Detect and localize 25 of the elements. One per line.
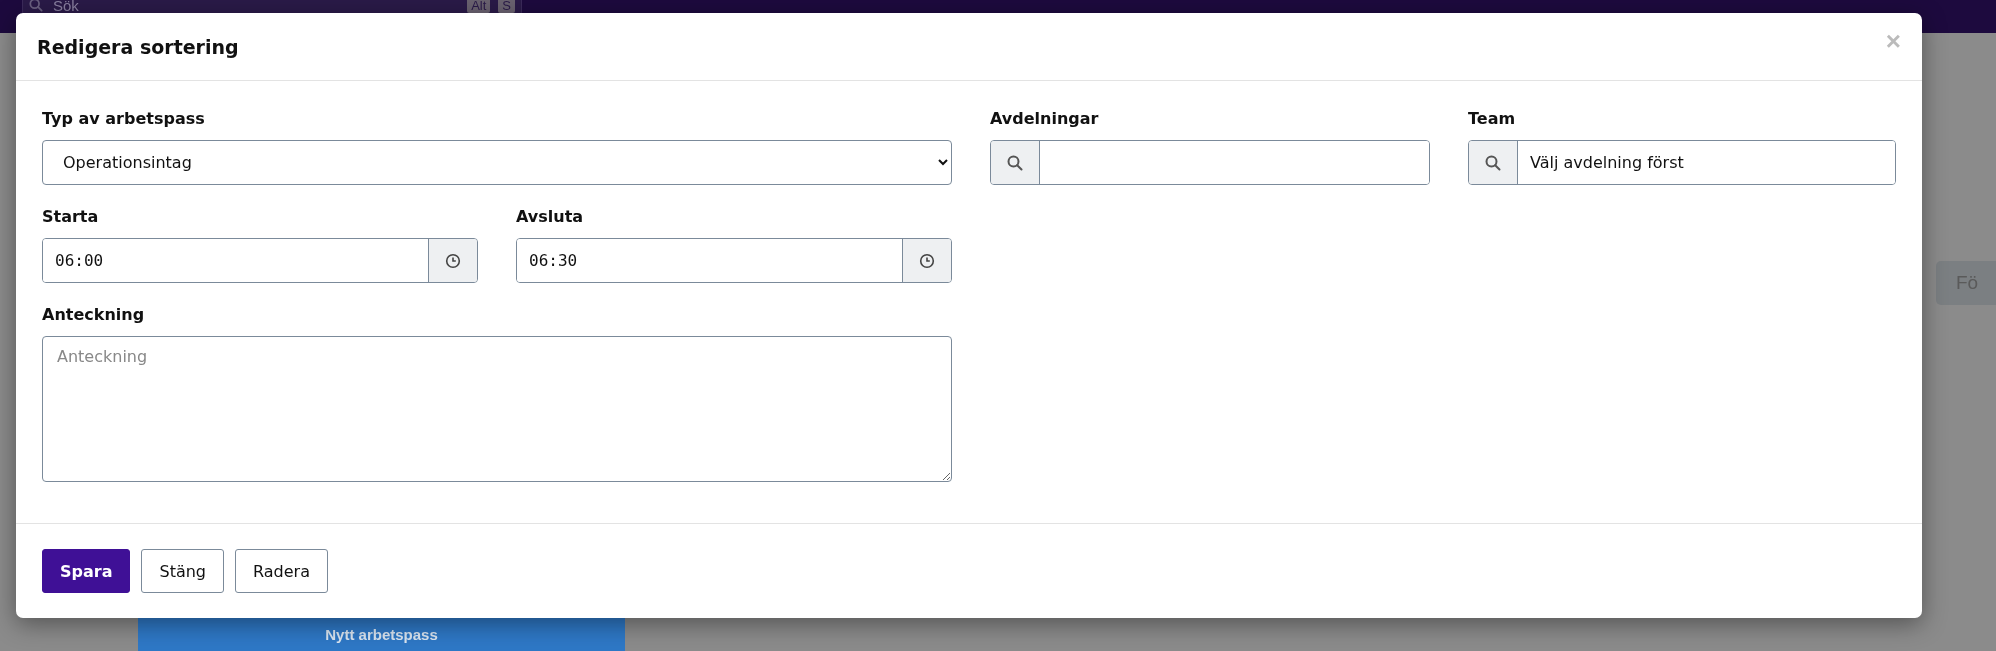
clock-icon xyxy=(445,252,461,269)
action-button[interactable]: Stäng xyxy=(141,549,224,593)
shift-block[interactable]: Nytt arbetspass xyxy=(138,617,625,651)
field-label: Anteckning xyxy=(42,305,146,324)
shortcut-key: S xyxy=(498,0,515,13)
save-button[interactable]: Spara xyxy=(42,549,131,593)
search-icon xyxy=(1485,154,1501,171)
clock-icon xyxy=(919,252,935,269)
action-button[interactable]: Radera xyxy=(235,549,328,593)
note-field[interactable]: Anteckning xyxy=(42,336,952,482)
field-label: Avdelningar xyxy=(990,109,1100,128)
shortcut-key: Alt xyxy=(467,0,491,13)
field-label: Starta xyxy=(42,207,100,226)
team-field[interactable]: Välj avdelning först xyxy=(1468,140,1896,185)
field-label: Avsluta xyxy=(516,207,585,226)
departments-field[interactable] xyxy=(990,140,1430,185)
field-label: Typ av arbetspass xyxy=(42,109,206,128)
shift-type-select[interactable]: Operationsintag xyxy=(42,140,952,185)
time-field[interactable]: 06:00 xyxy=(42,238,478,283)
search-icon xyxy=(1007,154,1023,171)
field-label: Team xyxy=(1468,109,1517,128)
modal-title: Redigera sortering xyxy=(37,35,239,58)
search-input[interactable]: Sök xyxy=(51,0,460,15)
search-icon xyxy=(29,0,43,12)
time-field[interactable]: 06:30 xyxy=(516,238,952,283)
